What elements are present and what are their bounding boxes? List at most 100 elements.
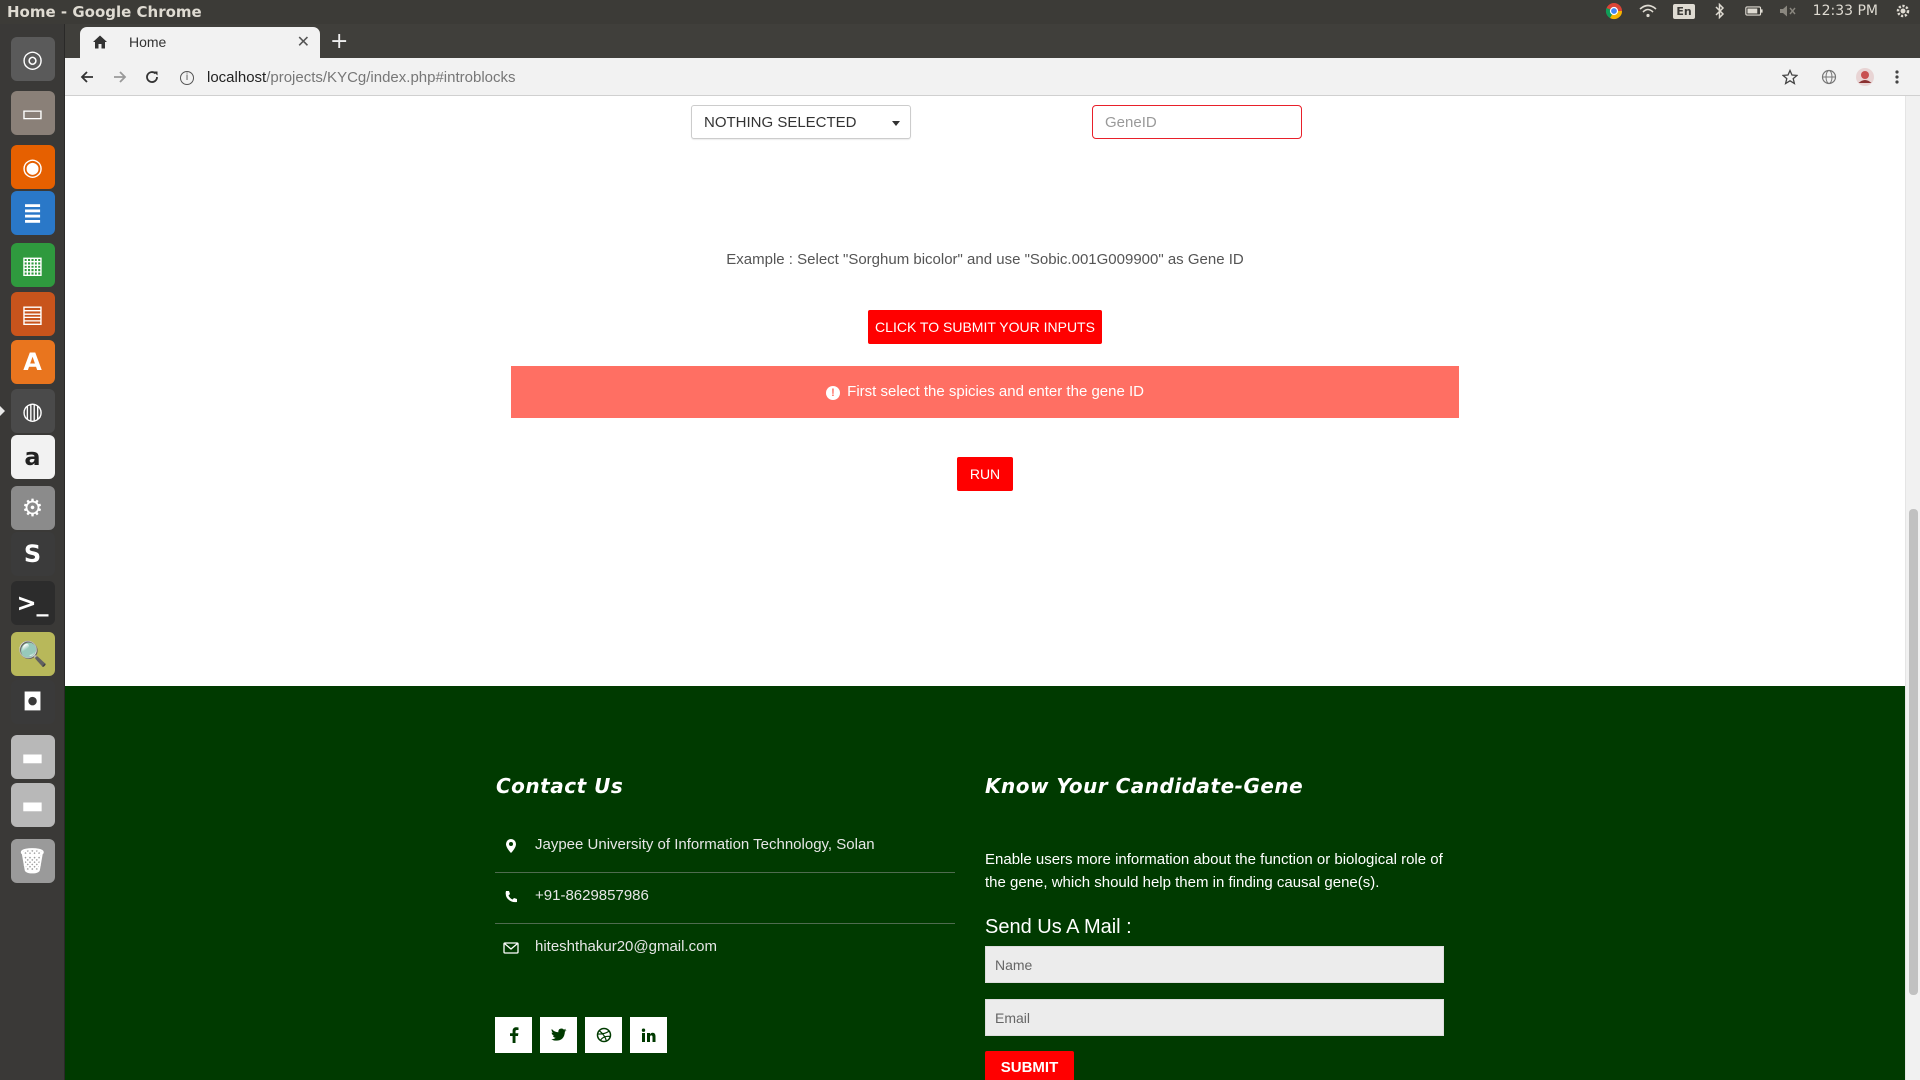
launcher-terminal-icon[interactable]: >_ [7,577,58,628]
gene-id-input[interactable]: GeneID [1092,105,1302,139]
launcher-active-indicator [0,406,5,416]
launcher-chrome-icon[interactable]: ◍ [7,385,58,436]
species-select[interactable]: NOTHING SELECTED [691,105,911,139]
phone-icon [503,889,519,905]
dribbble-icon[interactable] [585,1017,622,1053]
image-viewer-glyph: 🔍 [10,631,55,676]
tab-title: Home [129,34,167,50]
top-panel: Home - Google Chrome En 12:33 PM [0,0,1920,24]
alert-text: First select the spicies and enter the g… [847,383,1144,400]
footer-submit-button[interactable]: SUBMIT [985,1051,1074,1080]
unity-launcher: ◎ ▭ ◉ ≣ ▦ ▤ A ◍ a ⚙ S >_ 🔍 ◘ ▬ ▬ 🗑 [0,24,65,1080]
system-tray: En 12:33 PM [1605,2,1912,20]
libreoffice-calc-glyph: ▦ [10,242,55,287]
tab-strip: Home ✕ + [65,24,1920,58]
about-heading: Know Your Candidate-Gene [985,774,1304,798]
amazon-glyph: a [10,434,55,479]
page-scrollbar[interactable] [1905,96,1920,1080]
mail-heading: Send Us A Mail : [985,916,1132,938]
sublime-text-glyph: S [10,531,55,576]
home-favicon-icon [92,34,108,50]
new-tab-button[interactable]: + [330,29,348,54]
contact-email[interactable]: hiteshthakur20@gmail.com [535,938,717,955]
footer-name-input[interactable]: Name [985,946,1444,983]
url-host: localhost [207,69,267,86]
system-settings-glyph: ⚙ [10,485,55,530]
site-info-icon[interactable]: i [180,71,194,85]
disk-utility-glyph: ◘ [10,679,55,724]
submit-inputs-button[interactable]: CLICK TO SUBMIT YOUR INPUTS [868,310,1102,344]
error-alert: ! First select the spicies and enter the… [511,366,1459,418]
browser-toolbar: i localhost/projects/KYCg/index.php#intr… [65,58,1920,96]
launcher-files-icon[interactable]: ▭ [7,87,58,138]
about-text: Enable users more information about the … [985,851,1443,891]
footer: Contact Us Jaypee University of Informat… [65,686,1905,1080]
launcher-libreoffice-calc-icon[interactable]: ▦ [7,239,58,290]
contact-phone: +91-8629857986 [535,887,649,904]
contact-heading: Contact Us [496,774,624,798]
launcher-amazon-icon[interactable]: a [7,431,58,482]
back-arrow-icon[interactable] [76,66,98,88]
tab-close-icon[interactable]: ✕ [297,32,310,51]
contact-email-row: hiteshthakur20@gmail.com [495,924,955,975]
libreoffice-impress-glyph: ▤ [10,291,55,336]
name-placeholder: Name [995,957,1033,973]
facebook-icon[interactable] [495,1017,532,1053]
footer-email-input[interactable]: Email [985,999,1444,1036]
libreoffice-writer-glyph: ≣ [10,190,55,235]
ubuntu-software-glyph: A [10,339,55,384]
translate-globe-icon[interactable] [1818,66,1840,88]
email-placeholder: Email [995,1010,1031,1026]
chrome-menu-icon[interactable] [1886,66,1908,88]
tab-home[interactable]: Home ✕ [80,27,320,58]
launcher-drive-2-icon[interactable]: ▬ [7,779,58,830]
run-button[interactable]: RUN [957,457,1013,491]
files-glyph: ▭ [10,90,55,135]
wifi-icon[interactable] [1639,2,1657,20]
launcher-image-viewer-icon[interactable]: 🔍 [7,628,58,679]
twitter-icon[interactable] [540,1017,577,1053]
bluetooth-icon[interactable] [1711,2,1729,20]
launcher-ubuntu-dash-icon[interactable]: ◎ [7,33,58,84]
ubuntu-dash-glyph: ◎ [10,36,55,81]
firefox-glyph: ◉ [10,144,55,189]
drive-1-glyph: ▬ [10,734,55,779]
launcher-system-settings-icon[interactable]: ⚙ [7,482,58,533]
launcher-drive-1-icon[interactable]: ▬ [7,731,58,782]
launcher-disk-utility-icon[interactable]: ◘ [7,676,58,727]
url-path: /projects/KYCg/index.php#introblocks [266,69,516,86]
gene-id-placeholder: GeneID [1105,114,1157,131]
page-viewport: NOTHING SELECTED GeneID Example : Select… [65,96,1920,1080]
forward-arrow-icon[interactable] [109,66,131,88]
launcher-libreoffice-impress-icon[interactable]: ▤ [7,288,58,339]
launcher-sublime-text-icon[interactable]: S [7,528,58,579]
launcher-ubuntu-software-icon[interactable]: A [7,336,58,387]
battery-icon[interactable] [1744,2,1763,20]
dropdown-caret-icon [892,121,900,126]
address-bar[interactable]: localhost/projects/KYCg/index.php#introb… [207,65,1867,91]
drive-2-glyph: ▬ [10,782,55,827]
settings-gear-icon[interactable] [1894,2,1912,20]
contact-address-row: Jaypee University of Information Technol… [495,822,955,873]
volume-muted-icon[interactable] [1779,2,1797,20]
clock[interactable]: 12:33 PM [1813,3,1878,19]
window-title: Home - Google Chrome [7,3,202,21]
reload-icon[interactable] [141,66,163,88]
contact-address: Jaypee University of Information Technol… [535,836,875,853]
chrome-indicator-icon[interactable] [1605,2,1623,20]
contact-phone-row: +91-8629857986 [495,873,955,924]
bookmark-star-icon[interactable] [1779,66,1801,88]
terminal-glyph: >_ [10,580,55,625]
example-text: Example : Select "Sorghum bicolor" and u… [726,251,1244,268]
launcher-firefox-icon[interactable]: ◉ [7,141,58,192]
scrollbar-thumb[interactable] [1909,509,1918,995]
exclamation-circle-icon: ! [826,386,840,400]
launcher-trash-icon[interactable]: 🗑 [7,835,58,886]
linkedin-icon[interactable] [630,1017,667,1053]
map-marker-icon [503,838,519,854]
profile-avatar[interactable] [1854,66,1876,88]
keyboard-layout-indicator[interactable]: En [1673,3,1695,19]
species-select-value: NOTHING SELECTED [704,114,857,131]
chrome-glyph: ◍ [10,388,55,433]
launcher-libreoffice-writer-icon[interactable]: ≣ [7,187,58,238]
